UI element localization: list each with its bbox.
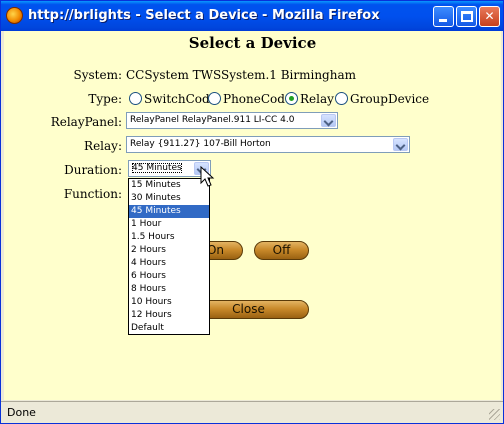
close-window-button[interactable]: ✕	[479, 6, 500, 27]
duration-option[interactable]: 1 Hour	[129, 218, 209, 231]
minimize-button[interactable]	[433, 6, 454, 27]
type-label: Type:	[88, 92, 122, 106]
radio-relay-label[interactable]: Relay	[300, 92, 334, 106]
radio-switchcode[interactable]	[129, 92, 142, 105]
duration-option[interactable]: 8 Hours	[129, 283, 209, 296]
duration-option[interactable]: Default	[129, 322, 209, 335]
radio-phonecode-label[interactable]: PhoneCode	[223, 92, 292, 106]
duration-option[interactable]: 6 Hours	[129, 270, 209, 283]
maximize-button[interactable]	[456, 6, 477, 27]
radio-switchcode-label[interactable]: SwitchCode	[144, 92, 217, 106]
status-text: Done	[7, 406, 36, 419]
relaypanel-select[interactable]: RelayPanel RelayPanel.911 LI-CC 4.0	[126, 112, 338, 129]
duration-option-selected[interactable]: 45 Minutes	[129, 205, 209, 218]
radio-groupdevice-label[interactable]: GroupDevice	[350, 92, 429, 106]
maximize-icon	[461, 11, 473, 22]
chevron-down-icon[interactable]	[321, 114, 336, 127]
mouse-pointer-icon	[200, 166, 215, 187]
browser-window: http://brlights - Select a Device - Mozi…	[0, 0, 504, 424]
page-content: Select a Device System: CCSystem TWSSyst…	[4, 31, 501, 400]
title-bar[interactable]: http://brlights - Select a Device - Mozi…	[1, 1, 503, 31]
relaypanel-label: RelayPanel:	[50, 115, 122, 129]
duration-dropdown-list[interactable]: 15 Minutes 30 Minutes 45 Minutes 1 Hour …	[128, 178, 210, 335]
close-icon: ✕	[484, 9, 495, 23]
radio-relay[interactable]	[285, 92, 298, 105]
duration-value: 45 Minutes	[132, 163, 182, 173]
radio-groupdevice[interactable]	[335, 92, 348, 105]
duration-option[interactable]: 30 Minutes	[129, 192, 209, 205]
relay-value: Relay {911.27} 107-Bill Horton	[130, 139, 271, 149]
firefox-icon	[6, 7, 23, 24]
duration-option[interactable]: 15 Minutes	[129, 179, 209, 192]
system-value: CCSystem TWSSystem.1 Birmingham	[126, 68, 356, 82]
duration-label: Duration:	[64, 163, 122, 177]
page-title: Select a Device	[188, 34, 317, 52]
resize-grip-icon[interactable]	[489, 409, 500, 420]
relaypanel-value: RelayPanel RelayPanel.911 LI-CC 4.0	[130, 115, 295, 125]
duration-select[interactable]: 45 Minutes	[128, 160, 211, 177]
duration-option[interactable]: 12 Hours	[129, 309, 209, 322]
relay-label: Relay:	[84, 139, 122, 153]
function-label: Function:	[63, 187, 122, 201]
duration-option[interactable]: 10 Hours	[129, 296, 209, 309]
off-button[interactable]: Off	[254, 241, 309, 260]
status-bar: Done	[1, 401, 503, 423]
window-title: http://brlights - Select a Device - Mozi…	[28, 8, 380, 23]
duration-option[interactable]: 2 Hours	[129, 244, 209, 257]
relay-select[interactable]: Relay {911.27} 107-Bill Horton	[126, 136, 410, 153]
duration-option[interactable]: 1.5 Hours	[129, 231, 209, 244]
radio-phonecode[interactable]	[208, 92, 221, 105]
minimize-icon	[439, 19, 447, 22]
system-label: System:	[73, 68, 122, 82]
chevron-down-icon[interactable]	[393, 138, 408, 151]
duration-option[interactable]: 4 Hours	[129, 257, 209, 270]
